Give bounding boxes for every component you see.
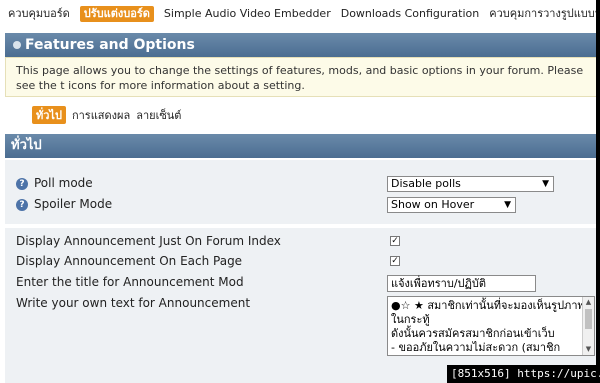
announcement-text-line: ในกระทู้ [391,313,430,326]
spoiler-mode-select[interactable]: Show on Hover ▼ [387,197,516,213]
spoiler-mode-label: Spoiler Mode [34,197,113,211]
dropdown-arrow-icon: ▼ [542,179,549,189]
scroll-up-icon[interactable]: ▲ [583,297,594,308]
poll-mode-label: Poll mode [34,176,93,190]
page-description: This page allows you to change the setti… [5,57,596,97]
spoiler-mode-value: Show on Hover [391,198,475,211]
setting-row-announcement-index: Display Announcement Just On Forum Index… [5,232,596,252]
forum-admin-page: ควบคุมบอร์ด ปรับแต่งบอร์ด Simple Audio V… [0,0,596,383]
announcement-text-line: ดังนั้นควรสมัครสมาชิกก่อนเข้าเว็บ [391,327,555,340]
dropdown-arrow-icon: ▼ [504,200,511,210]
nav-board-customize[interactable]: ปรับแต่งบอร์ด [79,6,154,22]
setting-row-poll-mode: ? Poll mode Disable polls ▼ [5,174,596,194]
top-navigation: ควบคุมบอร์ด ปรับแต่งบอร์ด Simple Audio V… [8,6,596,22]
announcement-title-label: Enter the title for Announcement Mod [16,275,244,289]
poll-mode-select[interactable]: Disable polls ▼ [387,176,554,192]
settings-subtabs: ทั่วไป การแสดงผล ลายเซ็นต์ [32,106,187,124]
scrollbar-thumb[interactable] [585,309,592,329]
nav-board-control[interactable]: ควบคุมบอร์ด [8,6,70,22]
announcement-index-checkbox[interactable]: ✓ [390,236,400,246]
help-icon[interactable]: ? [16,199,28,211]
setting-row-announcement-each-page: Display Announcement On Each Page ✓ [5,252,596,272]
announcement-each-page-checkbox[interactable]: ✓ [390,256,400,266]
page-title: Features and Options [25,37,195,53]
page-title-bar: Features and Options [5,33,596,57]
tab-signature[interactable]: ลายเซ็นต์ [136,106,181,124]
header-bullet-icon [13,41,21,49]
announcement-each-page-label: Display Announcement On Each Page [16,254,243,268]
poll-mode-value: Disable polls [391,177,461,190]
nav-forum-layout-control[interactable]: ควบคุมการวางรูปแบบฟอรัม [489,6,596,22]
textarea-scrollbar[interactable]: ▲ ▼ [582,297,594,355]
screenshot-border [596,0,600,383]
tab-display[interactable]: การแสดงผล [72,106,130,124]
settings-panel-announcement: Display Announcement Just On Forum Index… [5,228,596,383]
nav-downloads-configuration[interactable]: Downloads Configuration [341,6,480,22]
settings-panel-modes: ? Poll mode Disable polls ▼ ? Spoiler Mo… [5,160,596,224]
tab-general[interactable]: ทั่วไป [32,106,66,124]
nav-audio-video-embedder[interactable]: Simple Audio Video Embedder [164,6,331,22]
announcement-index-label: Display Announcement Just On Forum Index [16,234,281,248]
scroll-down-icon[interactable]: ▼ [583,344,594,355]
setting-row-spoiler-mode: ? Spoiler Mode Show on Hover ▼ [5,195,596,215]
image-host-watermark: [851x516] https://upic.me/ [447,365,600,383]
announcement-text-area[interactable]: ●☆ ★ สมาชิกเท่านั้นที่จะมองเห็นรูปภาพ ใน… [387,296,595,356]
help-icon[interactable]: ? [16,178,28,190]
announcement-title-input[interactable]: แจ้งเพื่อทราบ/ปฏิบัติ [387,275,536,292]
section-title: ทั่วไป [11,138,42,153]
setting-row-announcement-title: Enter the title for Announcement Mod แจ้… [5,273,596,293]
announcement-text-line: - ขออภัยในความไม่สะดวก (สมาชิก [391,341,561,354]
announcement-text-line: ●☆ ★ สมาชิกเท่านั้นที่จะมองเห็นรูปภาพ [391,299,585,312]
announcement-text-label: Write your own text for Announcement [16,296,251,310]
section-title-bar: ทั่วไป [5,134,596,158]
